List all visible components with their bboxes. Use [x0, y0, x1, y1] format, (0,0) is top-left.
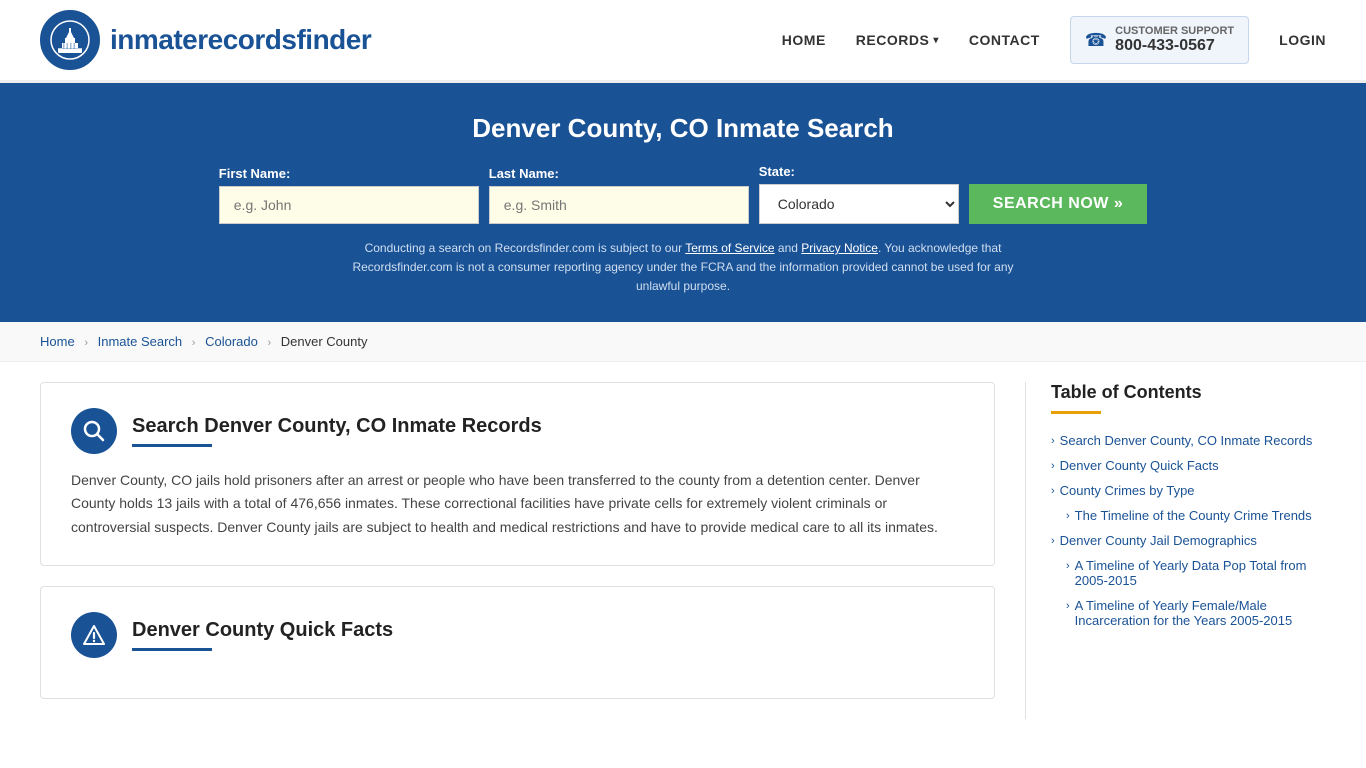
support-box: ☎ CUSTOMER SUPPORT 800-433-0567 [1070, 16, 1249, 64]
last-name-label: Last Name: [489, 166, 559, 181]
first-name-group: First Name: [219, 166, 479, 224]
chevron-right-icon: › [1051, 435, 1055, 447]
toc-item-sub: › A Timeline of Yearly Data Pop Total fr… [1051, 553, 1326, 593]
phone-icon: ☎ [1085, 30, 1107, 51]
toc-box: Table of Contents › Search Denver County… [1051, 382, 1326, 633]
main-nav: HOME RECORDS ▾ CONTACT ☎ CUSTOMER SUPPOR… [782, 16, 1326, 64]
first-name-input[interactable] [219, 186, 479, 224]
content-left: Search Denver County, CO Inmate Records … [40, 382, 1026, 719]
nav-contact[interactable]: CONTACT [969, 32, 1040, 48]
section-body-search: Denver County, CO jails hold prisoners a… [71, 469, 964, 540]
logo-text: inmaterecordsfinder [110, 24, 371, 56]
section-title-facts: Denver County Quick Facts [132, 619, 393, 642]
last-name-input[interactable] [489, 186, 749, 224]
chevron-right-icon: › [1066, 510, 1070, 522]
search-row: First Name: Last Name: State: Colorado S… [40, 164, 1326, 224]
toc-item: › County Crimes by Type [1051, 478, 1326, 503]
toc-link-county-crimes[interactable]: › County Crimes by Type [1051, 483, 1326, 498]
section-title-search: Search Denver County, CO Inmate Records [132, 415, 542, 438]
breadcrumb-county: Denver County [281, 334, 368, 349]
toc-item: › Denver County Quick Facts [1051, 453, 1326, 478]
section-header-facts: Denver County Quick Facts [71, 612, 964, 658]
section-underline-facts [132, 648, 212, 651]
search-button[interactable]: SEARCH NOW » [969, 184, 1147, 224]
chevron-right-icon: › [1051, 460, 1055, 472]
toc-item-sub: › A Timeline of Yearly Female/Male Incar… [1051, 593, 1326, 633]
state-select[interactable]: Colorado [759, 184, 959, 224]
section-title-block-search: Search Denver County, CO Inmate Records [132, 415, 542, 447]
nav-records[interactable]: RECORDS ▾ [856, 32, 939, 48]
breadcrumb-inmate-search[interactable]: Inmate Search [98, 334, 183, 349]
toc-item: › Search Denver County, CO Inmate Record… [1051, 428, 1326, 453]
site-header: inmaterecordsfinder HOME RECORDS ▾ CONTA… [0, 0, 1366, 83]
logo-icon [40, 10, 100, 70]
first-name-label: First Name: [219, 166, 291, 181]
toc-link-quick-facts[interactable]: › Denver County Quick Facts [1051, 458, 1326, 473]
hero-disclaimer: Conducting a search on Recordsfinder.com… [333, 239, 1033, 297]
privacy-link[interactable]: Privacy Notice [801, 241, 878, 255]
alert-icon [71, 612, 117, 658]
nav-home[interactable]: HOME [782, 32, 826, 48]
breadcrumb-sep-1: › [84, 337, 88, 349]
toc-link-gender-timeline[interactable]: › A Timeline of Yearly Female/Male Incar… [1066, 598, 1326, 628]
breadcrumb: Home › Inmate Search › Colorado › Denver… [0, 322, 1366, 362]
support-label: CUSTOMER SUPPORT [1115, 25, 1234, 37]
state-group: State: Colorado [759, 164, 959, 224]
hero-section: Denver County, CO Inmate Search First Na… [0, 83, 1366, 322]
content-right: Table of Contents › Search Denver County… [1026, 382, 1326, 719]
support-phone: 800-433-0567 [1115, 37, 1234, 55]
nav-login[interactable]: LOGIN [1279, 32, 1326, 48]
tos-link[interactable]: Terms of Service [685, 241, 774, 255]
toc-link-search[interactable]: › Search Denver County, CO Inmate Record… [1051, 433, 1326, 448]
toc-underline [1051, 411, 1101, 414]
chevron-right-icon: › [1066, 600, 1070, 612]
breadcrumb-sep-3: › [267, 337, 271, 349]
chevron-right-icon: › [1051, 485, 1055, 497]
breadcrumb-home[interactable]: Home [40, 334, 75, 349]
section-underline [132, 444, 212, 447]
chevron-down-icon: ▾ [933, 35, 939, 46]
breadcrumb-state[interactable]: Colorado [205, 334, 258, 349]
logo-area: inmaterecordsfinder [40, 10, 371, 70]
breadcrumb-sep-2: › [192, 337, 196, 349]
toc-link-timeline-crime[interactable]: › The Timeline of the County Crime Trend… [1066, 508, 1326, 523]
section-header-search: Search Denver County, CO Inmate Records [71, 408, 964, 454]
toc-list: › Search Denver County, CO Inmate Record… [1051, 428, 1326, 633]
toc-link-yearly-data[interactable]: › A Timeline of Yearly Data Pop Total fr… [1066, 558, 1326, 588]
last-name-group: Last Name: [489, 166, 749, 224]
chevron-right-icon: › [1051, 535, 1055, 547]
hero-title: Denver County, CO Inmate Search [40, 113, 1326, 144]
state-label: State: [759, 164, 795, 179]
toc-item-sub: › The Timeline of the County Crime Trend… [1051, 503, 1326, 528]
toc-link-demographics[interactable]: › Denver County Jail Demographics [1051, 533, 1326, 548]
main-content: Search Denver County, CO Inmate Records … [0, 362, 1366, 739]
quick-facts-section: Denver County Quick Facts [40, 586, 995, 699]
chevron-right-icon: › [1066, 560, 1070, 572]
search-records-section: Search Denver County, CO Inmate Records … [40, 382, 995, 566]
section-title-block-facts: Denver County Quick Facts [132, 619, 393, 651]
toc-item: › Denver County Jail Demographics [1051, 528, 1326, 553]
toc-title: Table of Contents [1051, 382, 1326, 403]
search-icon [71, 408, 117, 454]
